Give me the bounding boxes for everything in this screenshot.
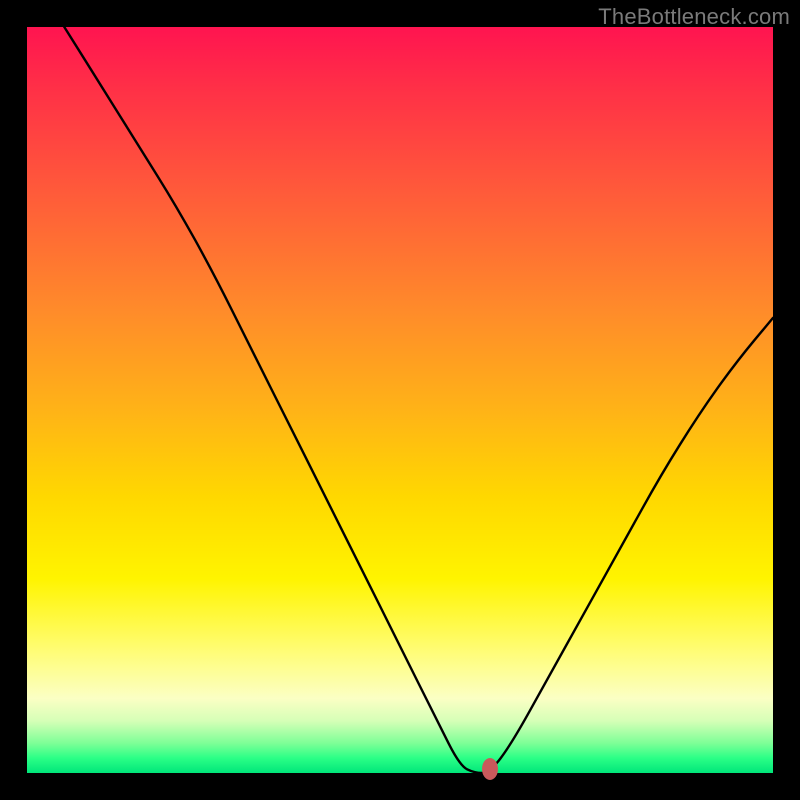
bottleneck-curve [27,27,773,773]
outer-frame: TheBottleneck.com [0,0,800,800]
curve-path [64,27,773,773]
min-marker [482,758,498,780]
watermark-text: TheBottleneck.com [598,4,790,30]
